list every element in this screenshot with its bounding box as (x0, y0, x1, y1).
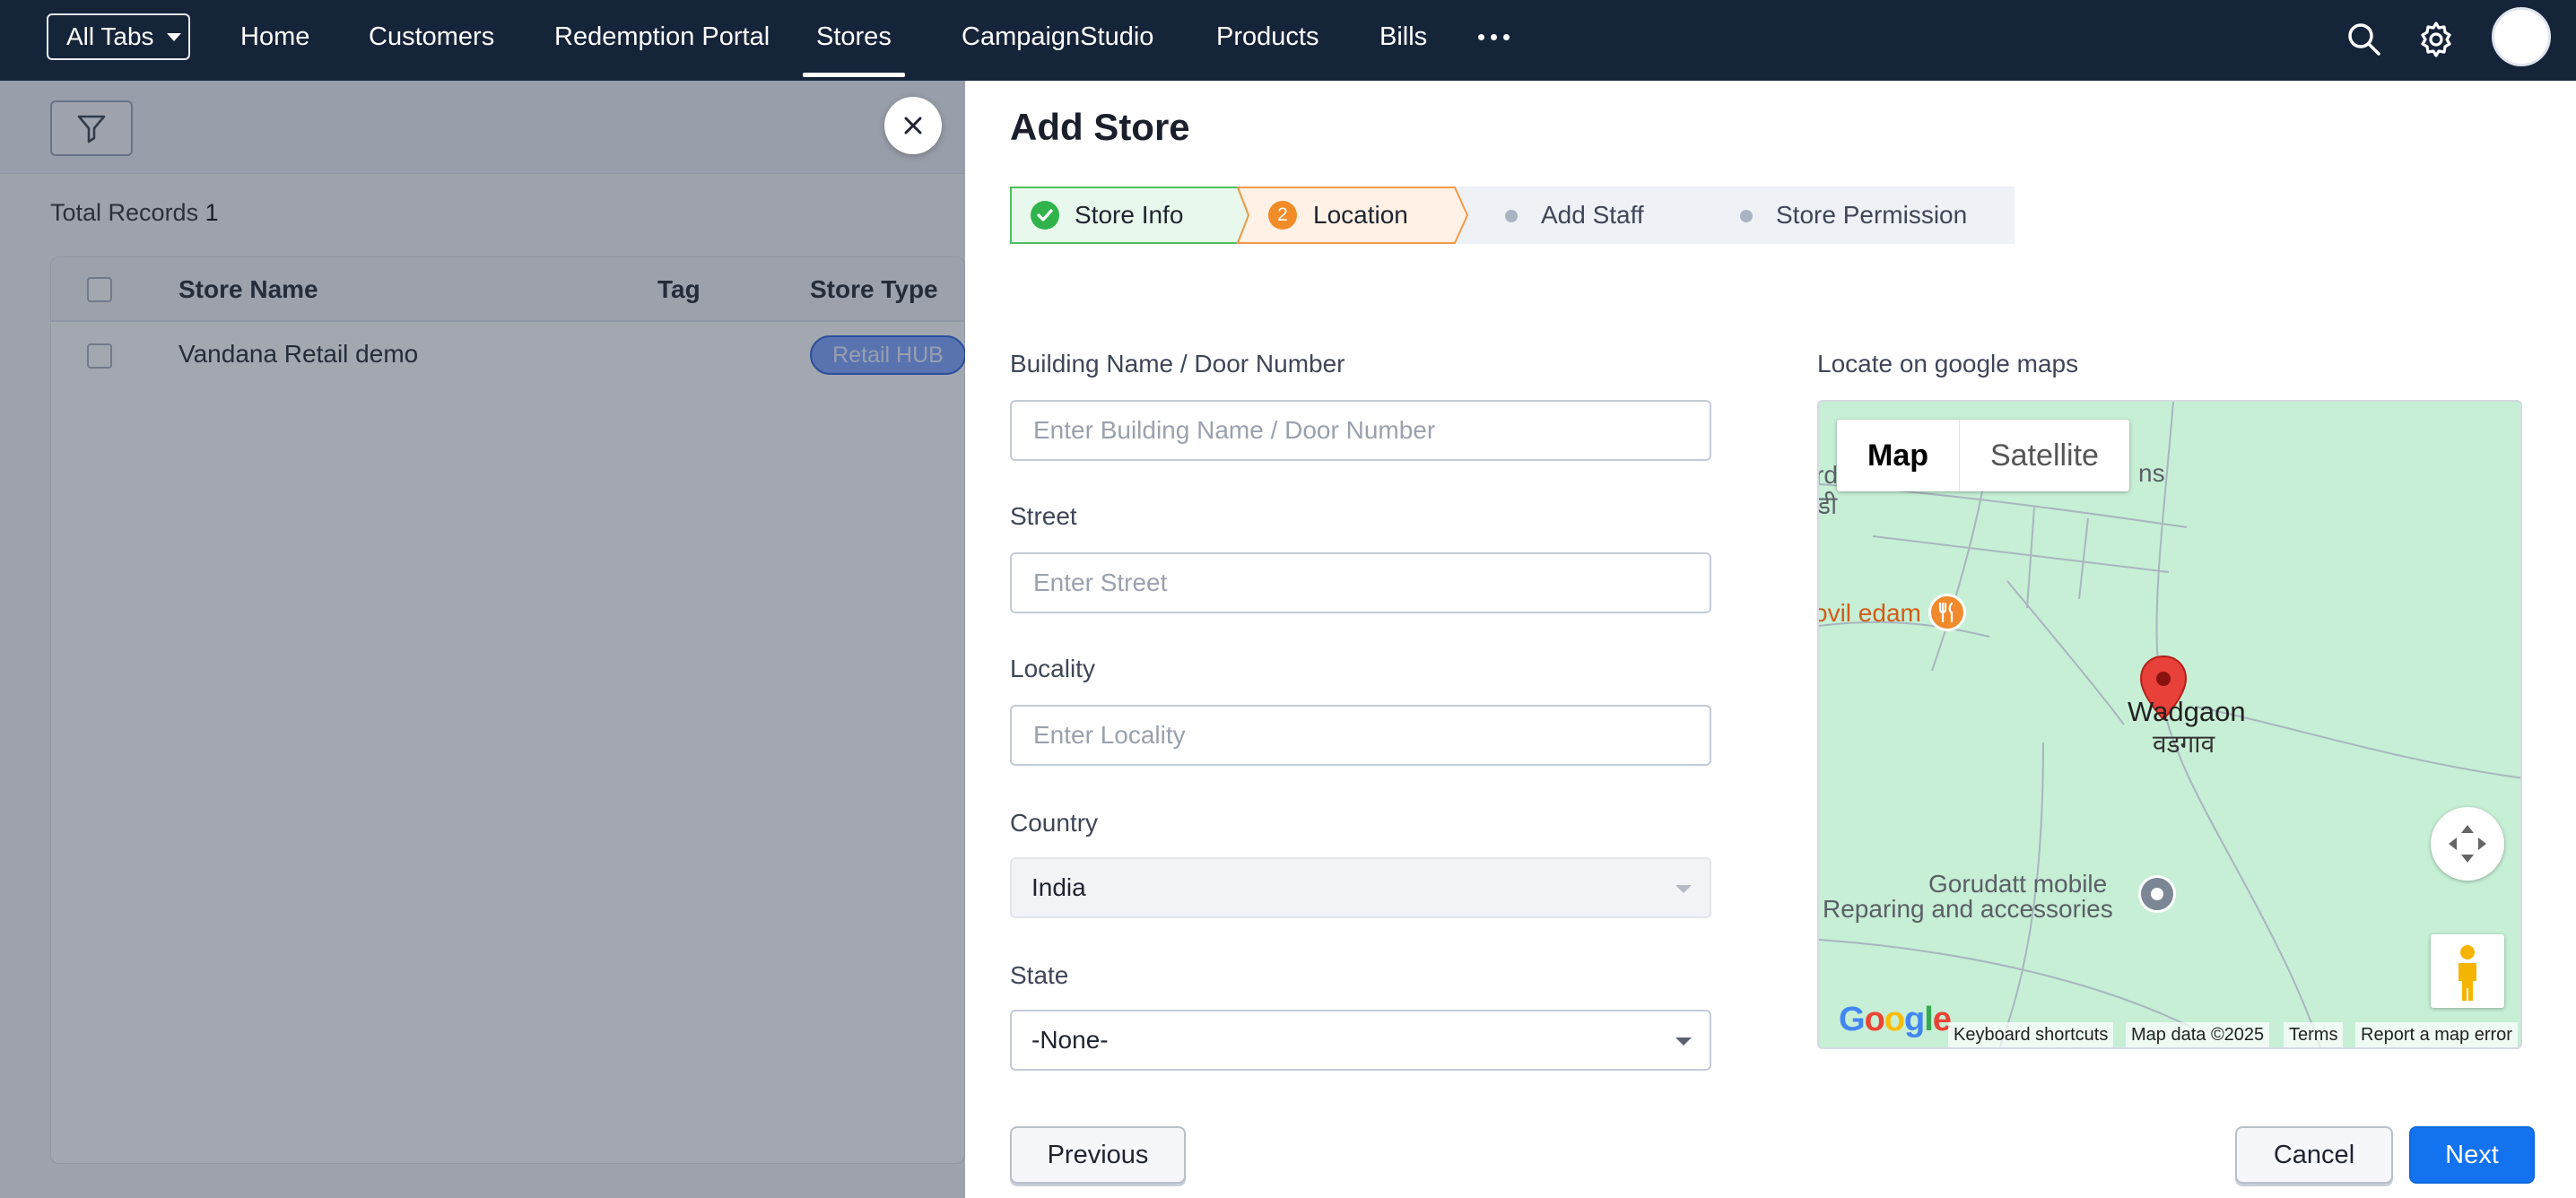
stepper: Store Info 2 Location Add Staff Store Pe… (1010, 187, 2015, 244)
nav-item-stores[interactable]: Stores (803, 0, 905, 81)
step-dot-icon (1740, 210, 1753, 222)
street-view-pegman[interactable] (2431, 934, 2504, 1008)
close-panel-button[interactable] (884, 97, 942, 154)
next-button[interactable]: Next (2409, 1126, 2535, 1184)
step-location[interactable]: Location (1313, 187, 1408, 244)
google-map[interactable]: Map Satellite rd डी ns ovil edam Wadgaon… (1817, 400, 2522, 1049)
building-input[interactable] (1010, 400, 1711, 461)
move-arrows-icon (2449, 825, 2486, 863)
avatar[interactable] (2492, 7, 2551, 66)
shop-pin-icon[interactable] (2138, 875, 2176, 913)
map-keyboard-shortcuts-link[interactable]: Keyboard shortcuts (1948, 1022, 2114, 1047)
user-icon (2502, 21, 2541, 64)
cancel-button[interactable]: Cancel (2235, 1126, 2393, 1184)
panel-title: Add Store (1010, 106, 1190, 148)
map-type-control: Map Satellite (1837, 420, 2129, 491)
map-data-attribution: Map data ©2025 (2126, 1022, 2270, 1047)
add-store-panel: Add Store Store Info 2 Location Add Staf… (965, 81, 2576, 1198)
map-place-label: ns (2138, 459, 2165, 487)
gear-icon[interactable] (2415, 18, 2458, 61)
caret-down-icon (166, 32, 181, 41)
step-store-info[interactable]: Store Info (1075, 187, 1183, 244)
map-place-label: rd (1817, 461, 1838, 489)
state-value: -None- (1031, 1026, 1109, 1054)
chevron-down-icon (1675, 1037, 1692, 1046)
map-place-label: डी (1817, 491, 1838, 519)
fork-knife-icon (1938, 602, 1954, 623)
nav-item-campaignstudio[interactable]: CampaignStudio (962, 0, 1153, 81)
nav-item-home[interactable]: Home (240, 0, 309, 81)
step-number-badge: 2 (1268, 201, 1297, 230)
chevron-down-icon (1675, 885, 1692, 893)
country-value: India (1031, 873, 1086, 901)
nav-item-bills[interactable]: Bills (1379, 0, 1427, 81)
pegman-icon (2459, 945, 2476, 1001)
step-add-staff[interactable]: Add Staff (1541, 187, 1644, 244)
all-tabs-label: All Tabs (66, 22, 154, 50)
step-dot-icon (1505, 210, 1518, 222)
map-pan-control[interactable] (2431, 807, 2504, 881)
nav-item-customers[interactable]: Customers (369, 0, 494, 81)
map-type-satellite-button[interactable]: Satellite (1960, 420, 2129, 491)
google-logo: Google (1839, 1001, 1952, 1038)
step-store-permission[interactable]: Store Permission (1776, 187, 1967, 244)
previous-button[interactable]: Previous (1010, 1126, 1186, 1184)
map-label: Locate on google maps (1817, 350, 2079, 378)
street-label: Street (1010, 502, 1077, 530)
state-select[interactable]: -None- (1010, 1010, 1711, 1071)
map-type-map-button[interactable]: Map (1837, 420, 1960, 491)
modal-overlay[interactable] (0, 81, 965, 1198)
map-place-village: Wadgaon (2128, 696, 2246, 727)
restaurant-pin-icon[interactable] (1928, 594, 1966, 631)
country-label: Country (1010, 809, 1099, 837)
search-icon[interactable] (2343, 18, 2386, 61)
close-icon (904, 117, 922, 135)
map-terms-link[interactable]: Terms (2284, 1022, 2344, 1047)
check-circle-icon (1031, 201, 1059, 230)
building-label: Building Name / Door Number (1010, 350, 1345, 378)
map-place-shop: Reparing and accessories (1823, 895, 2113, 923)
all-tabs-dropdown[interactable]: All Tabs (47, 13, 190, 60)
locality-input[interactable] (1010, 705, 1711, 766)
top-nav: All Tabs Home Customers Redemption Porta… (0, 0, 2576, 81)
locality-label: Locality (1010, 655, 1095, 682)
map-report-error-link[interactable]: Report a map error (2355, 1022, 2518, 1047)
nav-item-products[interactable]: Products (1216, 0, 1318, 81)
country-select: India (1010, 857, 1711, 918)
map-place-restaurant[interactable]: ovil edam (1819, 599, 1921, 628)
nav-item-redemption-portal[interactable]: Redemption Portal (554, 0, 770, 81)
more-icon[interactable] (1478, 34, 1510, 40)
state-label: State (1010, 961, 1069, 989)
map-place-village-local: वडगाव (2153, 730, 2215, 758)
street-input[interactable] (1010, 552, 1711, 613)
